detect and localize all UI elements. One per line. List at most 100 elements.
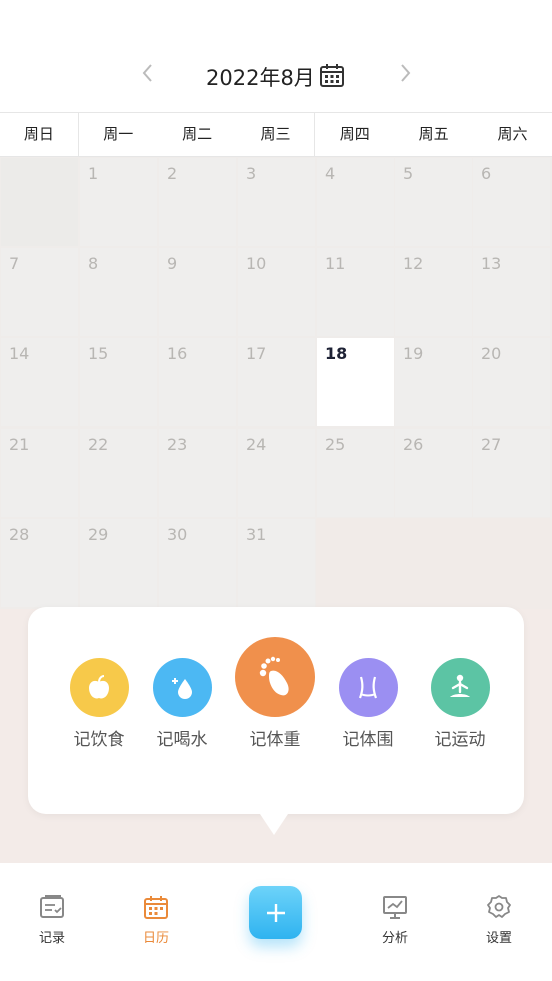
calendar-day-cell[interactable]: 3 bbox=[238, 158, 315, 246]
calendar-day-cell bbox=[1, 158, 78, 246]
action-label: 记饮食 bbox=[73, 730, 125, 750]
day-number: 23 bbox=[167, 435, 188, 454]
calendar-day-cell[interactable]: 4 bbox=[317, 158, 394, 246]
calendar-day-cell[interactable]: 1 bbox=[80, 158, 157, 246]
tab-analysis[interactable]: 分析 bbox=[365, 893, 425, 946]
waist-icon bbox=[338, 658, 398, 717]
day-number: 2 bbox=[167, 164, 178, 183]
day-number: 28 bbox=[9, 525, 30, 544]
day-number: 5 bbox=[403, 164, 414, 183]
calendar-day-cell[interactable]: 16 bbox=[159, 338, 236, 426]
day-number: 3 bbox=[246, 164, 257, 183]
calendar-day-cell[interactable]: 26 bbox=[395, 429, 472, 517]
log-measurements-button[interactable]: 记体围 bbox=[328, 607, 408, 750]
chevron-right-icon bbox=[401, 64, 411, 82]
calendar-icon bbox=[320, 64, 344, 87]
day-number: 9 bbox=[167, 254, 178, 273]
calendar-day-cell[interactable]: 5 bbox=[395, 158, 472, 246]
tab-settings[interactable]: 设置 bbox=[469, 893, 529, 946]
calendar-picker-button[interactable] bbox=[318, 61, 346, 89]
day-number: 20 bbox=[481, 344, 502, 363]
day-number: 12 bbox=[403, 254, 424, 273]
calendar-icon bbox=[144, 896, 168, 919]
calendar-day-cell[interactable]: 17 bbox=[238, 338, 315, 426]
calendar-day-cell[interactable]: 14 bbox=[1, 338, 78, 426]
calendar-day-cell[interactable]: 27 bbox=[473, 429, 550, 517]
prev-month-button[interactable] bbox=[141, 62, 155, 90]
chevron-left-icon bbox=[142, 64, 152, 82]
calendar-day-cell[interactable]: 25 bbox=[317, 429, 394, 517]
calendar-day-cell[interactable]: 22 bbox=[80, 429, 157, 517]
day-number: 24 bbox=[246, 435, 267, 454]
weekday-label: 周日 bbox=[0, 113, 79, 156]
calendar-day-cell[interactable]: 20 bbox=[473, 338, 550, 426]
day-number: 15 bbox=[88, 344, 109, 363]
bottom-tab-bar: 记录 日历 分析 设置 bbox=[0, 863, 552, 981]
day-number: 8 bbox=[88, 254, 99, 273]
day-number: 14 bbox=[9, 344, 30, 363]
calendar-day-cell[interactable]: 31 bbox=[238, 519, 315, 607]
water-drop-icon bbox=[152, 658, 212, 717]
month-title[interactable]: 2022年8月 bbox=[206, 62, 315, 92]
calendar-day-cell[interactable]: 12 bbox=[395, 248, 472, 336]
weekday-label: 周三 bbox=[237, 113, 316, 156]
calendar-day-cell[interactable]: 21 bbox=[1, 429, 78, 517]
calendar-day-cell[interactable]: 28 bbox=[1, 519, 78, 607]
calendar-day-cell[interactable]: 19 bbox=[395, 338, 472, 426]
action-label: 记运动 bbox=[434, 730, 486, 750]
calendar-day-cell[interactable]: 6 bbox=[473, 158, 550, 246]
log-food-button[interactable]: 记饮食 bbox=[59, 607, 139, 750]
action-label: 记喝水 bbox=[156, 730, 208, 750]
day-number: 1 bbox=[88, 164, 99, 183]
day-number: 21 bbox=[9, 435, 30, 454]
weekday-label: 周六 bbox=[497, 125, 528, 143]
calendar-empty-area bbox=[316, 518, 552, 609]
day-number: 6 bbox=[481, 164, 492, 183]
day-number: 13 bbox=[481, 254, 502, 273]
calendar-day-cell[interactable]: 8 bbox=[80, 248, 157, 336]
quick-add-popup: 记饮食 记喝水 记体重 记体围 记运动 bbox=[28, 607, 524, 814]
calendar-day-cell[interactable]: 15 bbox=[80, 338, 157, 426]
footprint-icon bbox=[235, 637, 315, 717]
popup-pointer bbox=[256, 808, 292, 835]
day-number: 19 bbox=[403, 344, 424, 363]
calendar-day-cell[interactable]: 29 bbox=[80, 519, 157, 607]
next-month-button[interactable] bbox=[398, 62, 412, 90]
yoga-icon bbox=[430, 658, 490, 717]
calendar-day-cell[interactable]: 2 bbox=[159, 158, 236, 246]
tab-calendar[interactable]: 日历 bbox=[126, 893, 186, 946]
calendar-day-cell[interactable]: 10 bbox=[238, 248, 315, 336]
day-number: 22 bbox=[88, 435, 109, 454]
tab-label: 记录 bbox=[38, 931, 65, 946]
calendar-day-cell[interactable]: 23 bbox=[159, 429, 236, 517]
calendar-day-cell[interactable]: 13 bbox=[473, 248, 550, 336]
tab-label: 设置 bbox=[485, 931, 512, 946]
log-exercise-button[interactable]: 记运动 bbox=[420, 607, 500, 750]
day-number: 4 bbox=[325, 164, 336, 183]
add-record-button[interactable] bbox=[249, 886, 302, 939]
calendar-day-cell[interactable]: 9 bbox=[159, 248, 236, 336]
action-label: 记体围 bbox=[342, 730, 394, 750]
day-number: 25 bbox=[325, 435, 346, 454]
calendar-day-cell[interactable]: 24 bbox=[238, 429, 315, 517]
log-weight-button[interactable]: 记体重 bbox=[235, 607, 315, 750]
day-number: 16 bbox=[167, 344, 188, 363]
day-number: 27 bbox=[481, 435, 502, 454]
day-number: 7 bbox=[9, 254, 20, 273]
chart-board-icon bbox=[383, 896, 407, 919]
log-water-button[interactable]: 记喝水 bbox=[142, 607, 222, 750]
weekday-bar: 周日 周一 周二 周三 周四 周五 周六 bbox=[0, 112, 552, 157]
record-icon bbox=[40, 895, 64, 918]
day-number: 26 bbox=[403, 435, 424, 454]
calendar-day-cell[interactable]: 30 bbox=[159, 519, 236, 607]
calendar-day-cell[interactable]: 18 bbox=[317, 338, 394, 426]
tab-label: 日历 bbox=[142, 931, 169, 946]
calendar-grid: 1 2 3 4 5 6 7 8 9 10 11 12 13 14 15 16 17 18 19 20 21 22 23 24 2… bbox=[0, 157, 552, 609]
tab-record[interactable]: 记录 bbox=[22, 893, 82, 946]
apple-icon bbox=[69, 658, 129, 717]
weekday-label: 周五 bbox=[418, 125, 449, 143]
calendar-day-cell[interactable]: 11 bbox=[317, 248, 394, 336]
calendar-day-cell[interactable]: 7 bbox=[1, 248, 78, 336]
day-number: 18 bbox=[325, 344, 348, 363]
weekday-label: 周四 bbox=[339, 125, 370, 143]
